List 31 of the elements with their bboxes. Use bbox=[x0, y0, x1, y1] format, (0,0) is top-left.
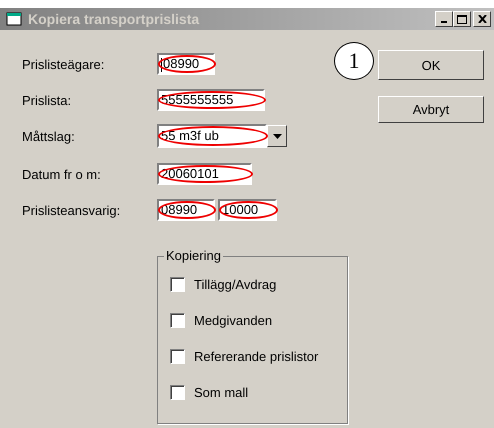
callout-number: 1 bbox=[334, 42, 374, 80]
field-label: Prislista: bbox=[22, 92, 72, 108]
checkbox[interactable] bbox=[170, 312, 185, 328]
input-field[interactable]: 08990 bbox=[157, 53, 215, 75]
caret-down-icon bbox=[272, 134, 282, 138]
field-label: Prislisteägare: bbox=[22, 56, 106, 72]
minimize-button[interactable] bbox=[435, 11, 453, 27]
checkbox-label: Refererande prislistor bbox=[194, 348, 318, 364]
close-button[interactable] bbox=[473, 11, 491, 27]
checkbox[interactable] bbox=[170, 348, 185, 364]
checkbox-label: Som mall bbox=[194, 384, 248, 400]
input-field[interactable]: 08990 bbox=[157, 199, 215, 221]
close-icon bbox=[478, 15, 486, 23]
window-title: Kopiera transportprislista bbox=[28, 11, 200, 27]
input-field[interactable]: 5555555555 bbox=[157, 89, 265, 111]
field-label: Prislisteansvarig: bbox=[22, 202, 122, 218]
checkbox-label: Tillägg/Avdrag bbox=[194, 276, 276, 292]
checkbox[interactable] bbox=[170, 276, 185, 292]
dropdown-button[interactable] bbox=[267, 125, 287, 147]
checkbox-label: Medgivanden bbox=[194, 312, 272, 328]
field-label: Datum fr o m: bbox=[22, 166, 102, 182]
dialog-button[interactable]: OK bbox=[378, 50, 484, 80]
maximize-button[interactable] bbox=[453, 11, 471, 27]
checkbox[interactable] bbox=[170, 384, 185, 400]
window-icon bbox=[6, 12, 22, 26]
group-title: Kopiering bbox=[164, 248, 223, 263]
input-field[interactable]: 20060101 bbox=[157, 163, 252, 185]
field-label: Måttslag: bbox=[22, 128, 76, 144]
maximize-icon bbox=[457, 14, 467, 24]
input-field[interactable]: 10000 bbox=[218, 199, 277, 221]
dialog-button[interactable]: Avbryt bbox=[378, 96, 484, 123]
